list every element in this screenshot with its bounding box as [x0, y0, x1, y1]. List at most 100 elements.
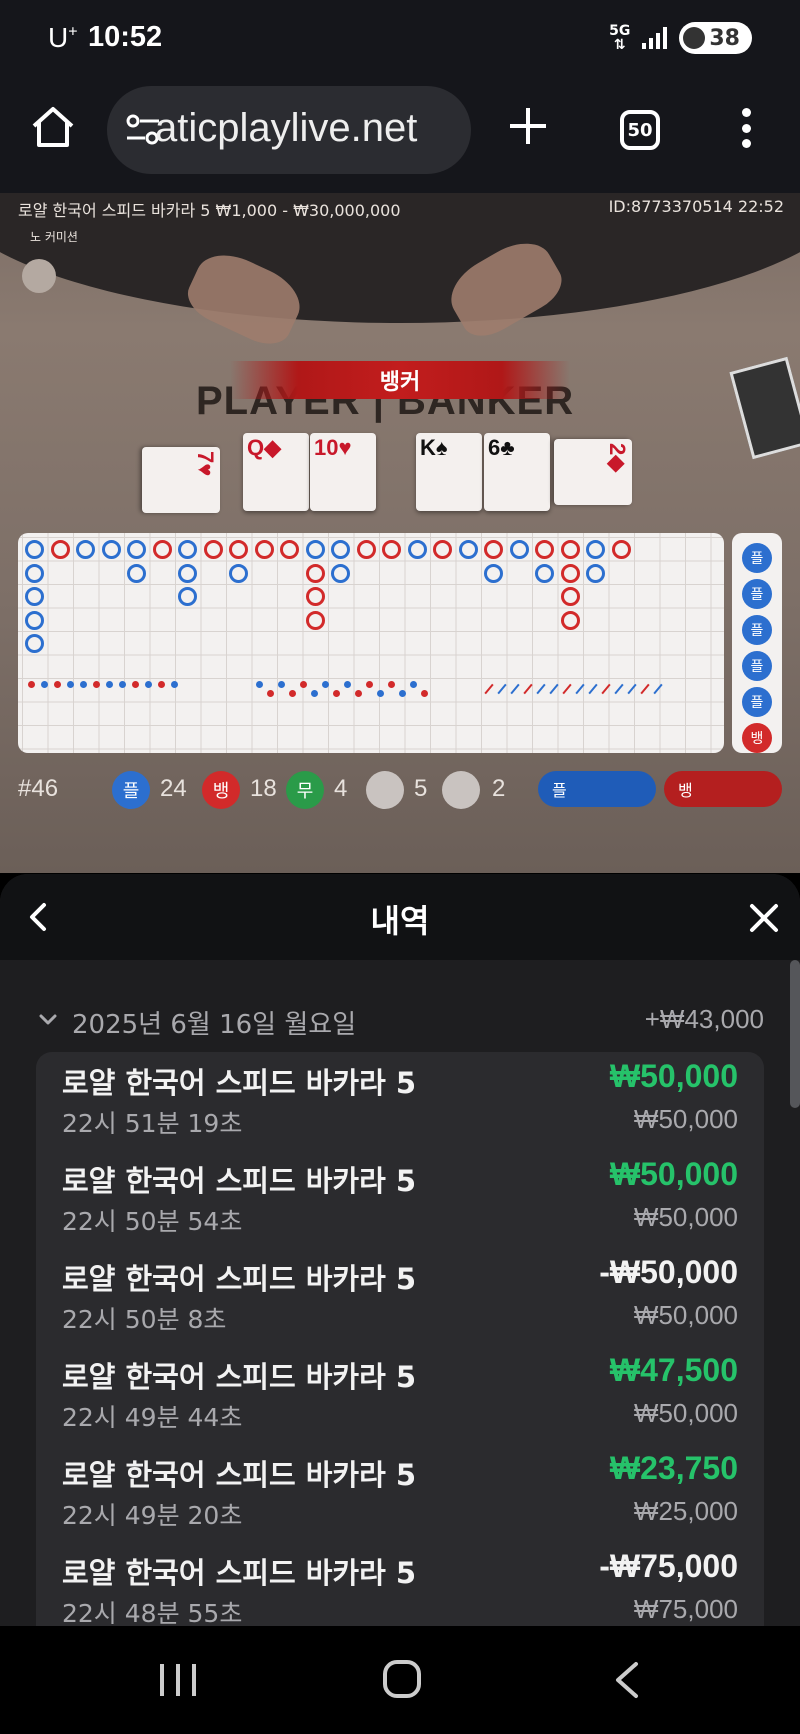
road-bead [25, 634, 44, 653]
road-slash [627, 683, 637, 695]
road-bead [560, 587, 580, 606]
row-time: 22시 50분 8초 [62, 1305, 227, 1334]
date-label: 2025년 6월 16일 월요일 [72, 1010, 357, 1040]
date-group-header[interactable]: 2025년 6월 16일 월요일 +₩43,000 [38, 1004, 764, 1040]
banker-card: 6♣ [484, 433, 550, 511]
side-road-chip: 플 [742, 543, 772, 573]
history-row[interactable]: 로얄 한국어 스피드 바카라 5 22시 50분 8초 -₩50,000 ₩50… [36, 1248, 764, 1346]
sheet-header: 내역 [0, 874, 800, 960]
road-dot [41, 681, 48, 688]
row-time: 22시 51분 19초 [62, 1109, 243, 1138]
history-row[interactable]: 로얄 한국어 스피드 바카라 5 22시 50분 54초 ₩50,000 ₩50… [36, 1150, 764, 1248]
road-slash [575, 683, 585, 695]
banker-pair-count: 2 [492, 775, 506, 802]
road-dot [421, 690, 428, 697]
road-dot [119, 681, 126, 688]
road-dot [322, 681, 329, 688]
row-game-name: 로얄 한국어 스피드 바카라 5 [62, 1262, 417, 1296]
tie-count: 4 [334, 775, 348, 802]
banker-card: K♠ [416, 433, 482, 511]
road-bead [560, 540, 580, 559]
player-stat-chip: 플 [112, 771, 150, 809]
road-dot [171, 681, 178, 688]
road-bead [305, 563, 325, 583]
scrollbar[interactable] [790, 960, 800, 1108]
row-result: -₩75,000 [599, 1548, 738, 1584]
road-slash [523, 683, 533, 695]
road-bead [152, 540, 172, 559]
tabs-button[interactable]: 50 [620, 110, 660, 150]
road-slash [640, 683, 650, 695]
system-nav-bar [0, 1626, 800, 1734]
predict-banker-button[interactable]: 뱅 [664, 771, 782, 807]
player-card: 7♥ [142, 447, 220, 513]
side-road-chip: 플 [742, 651, 772, 681]
road-dot [256, 681, 263, 688]
history-row[interactable]: 로얄 한국어 스피드 바카라 5 22시 49분 20초 ₩23,750 ₩25… [36, 1444, 764, 1542]
table-info: 로얄 한국어 스피드 바카라 5 ₩1,000 - ₩30,000,000 [18, 201, 401, 220]
road-bead [356, 540, 376, 559]
row-result: ₩50,000 [609, 1058, 738, 1094]
road-dot [311, 690, 318, 697]
sheet-title: 내역 [370, 902, 430, 940]
road-dot [267, 690, 274, 697]
side-road-chip: 뱅 [742, 723, 772, 753]
road-bead [178, 540, 197, 559]
road-dot [399, 690, 406, 697]
back-nav-icon[interactable] [612, 1660, 642, 1700]
row-game-name: 로얄 한국어 스피드 바카라 5 [62, 1360, 417, 1394]
scoreboard-roadmap[interactable] [18, 533, 724, 753]
address-bar[interactable]: aticplaylive.net [107, 86, 471, 174]
side-road-chip: 플 [742, 615, 772, 645]
row-bet: ₩50,000 [633, 1398, 738, 1428]
stats-row: #46 플 24 뱅 18 무 4 5 2 플 뱅 [18, 767, 800, 817]
row-time: 22시 48분 55초 [62, 1599, 243, 1626]
tie-stat-chip: 무 [286, 771, 324, 809]
live-game-video[interactable]: 로얄 한국어 스피드 바카라 5 ₩1,000 - ₩30,000,000 ID… [0, 193, 800, 873]
road-dot [355, 690, 362, 697]
row-bet: ₩50,000 [633, 1104, 738, 1134]
history-row[interactable]: 로얄 한국어 스피드 바카라 5 22시 49분 44초 ₩47,500 ₩50… [36, 1346, 764, 1444]
road-dot [333, 690, 340, 697]
more-vert-icon[interactable] [742, 108, 752, 148]
history-row[interactable]: 로얄 한국어 스피드 바카라 5 22시 51분 19초 ₩50,000 ₩50… [36, 1052, 764, 1150]
road-bead [178, 563, 197, 583]
recents-icon[interactable] [160, 1664, 196, 1696]
road-dot [132, 681, 139, 688]
road-slash [601, 683, 611, 695]
road-bead [535, 540, 554, 559]
history-body[interactable]: 2025년 6월 16일 월요일 +₩43,000 로얄 한국어 스피드 바카라… [0, 960, 800, 1626]
row-bet: ₩75,000 [633, 1594, 738, 1624]
road-bead [25, 610, 44, 630]
road-dot [54, 681, 61, 688]
road-bead [407, 540, 427, 559]
clock: 10:52 [88, 21, 163, 53]
road-bead [305, 610, 325, 630]
road-bead [433, 540, 452, 559]
battery-indicator: 38 [679, 22, 752, 54]
date-total: +₩43,000 [644, 1004, 764, 1034]
road-slash [562, 683, 572, 695]
predict-player-button[interactable]: 플 [538, 771, 656, 807]
road-bead [331, 563, 350, 583]
new-tab-icon[interactable] [506, 104, 550, 148]
banker-pair-chip [442, 771, 480, 809]
road-dot [410, 681, 417, 688]
row-result: -₩50,000 [599, 1254, 738, 1290]
road-bead [178, 587, 197, 606]
history-sheet: 내역 2025년 6월 16일 월요일 +₩43,000 로얄 한국어 스피드 … [0, 874, 800, 1626]
home-nav-icon[interactable] [383, 1660, 421, 1698]
road-bead [25, 540, 44, 559]
road-bead [127, 540, 146, 559]
row-game-name: 로얄 한국어 스피드 바카라 5 [62, 1164, 417, 1198]
row-bet: ₩50,000 [633, 1202, 738, 1232]
row-result: ₩23,750 [609, 1450, 738, 1486]
network-5g-icon: 5G ⇅ [609, 23, 631, 53]
side-road-chip: 플 [742, 687, 772, 717]
home-icon[interactable] [28, 102, 78, 152]
close-icon[interactable] [748, 902, 780, 934]
side-road[interactable]: 플플플플플뱅 [732, 533, 782, 753]
row-result: ₩47,500 [609, 1352, 738, 1388]
dealer-info-button[interactable] [22, 259, 56, 293]
history-row[interactable]: 로얄 한국어 스피드 바카라 5 22시 48분 55초 -₩75,000 ₩7… [36, 1542, 764, 1626]
